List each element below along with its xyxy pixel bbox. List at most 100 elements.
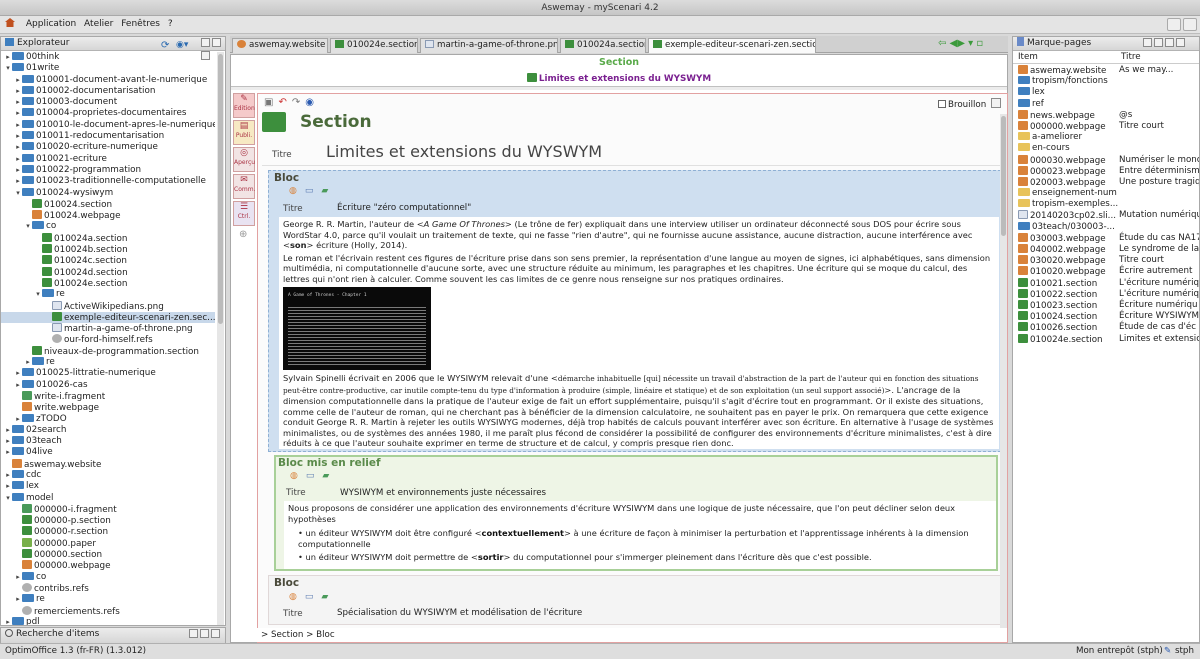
expand-arrow-icon[interactable]: ▾ [4,63,12,74]
bookmark-row[interactable]: 010024e.section Limites et extensic [1013,333,1199,345]
bookmark-row[interactable]: 010020.webpage Écrire autrement [1013,266,1199,277]
expand-arrow-icon[interactable]: ▸ [14,142,22,153]
tree-item[interactable]: 010024e.section [1,277,215,289]
undo-icon[interactable]: ↶ [278,97,291,108]
header-divider[interactable] [231,86,1007,90]
tree-item[interactable]: 000000.paper [1,537,215,549]
game-of-thrones-image[interactable]: A Game of Thrones - Chapter 1 [283,287,431,370]
expand-arrow-icon[interactable]: ▸ [4,481,12,492]
tree-item[interactable]: ▸ 010021-ecriture [1,153,215,165]
tree-item[interactable]: ▸ re [1,594,215,605]
tree-item[interactable]: ▸ lex [1,481,215,492]
maximize-icon[interactable] [991,98,1002,108]
breadcrumb-bloc[interactable]: Bloc [316,630,334,640]
bookmark-row[interactable]: 000023.webpage Entre déterminism [1013,165,1199,177]
paragraph-roman[interactable]: Le roman et l'écrivain restent ces figur… [283,253,995,285]
search-header[interactable]: Recherche d'items [1,628,225,643]
bookmark-row[interactable]: a-ameliorer [1013,132,1199,143]
tab-martin-png[interactable]: martin-a-game-of-throne.png [420,38,558,53]
bloc2-item-1[interactable]: • un éditeur WYSIWYM doit être configuré… [288,528,992,549]
tree-item[interactable]: ▸ 010004-proprietes-documentaires [1,108,215,119]
tree-item[interactable]: ▸ co [1,571,215,583]
expand-arrow-icon[interactable]: ▸ [14,131,22,142]
expand-arrow-icon[interactable]: ▾ [14,188,22,199]
bookmark-window-buttons[interactable] [1141,38,1185,51]
tree-item[interactable]: our-ford-himself.refs [1,334,215,345]
tree-item[interactable]: ▸ 010023-traditionnelle-computationelle [1,176,215,187]
tree-item[interactable]: ▸ re [1,357,215,368]
expand-arrow-icon[interactable]: ▸ [4,52,12,63]
screen-icon[interactable]: ▭ [305,592,322,602]
tree-item[interactable]: 010024a.section [1,232,215,244]
paper-icon[interactable]: ▰ [321,186,336,196]
bookmark-row[interactable]: news.webpage @s [1013,109,1199,121]
sidetab-comm[interactable]: ✉ Comm. [233,174,255,199]
bloc-content[interactable]: George R. R. Martin, l'auteur de <A Game… [279,217,999,449]
bookmark-row[interactable]: 20140203cp02.sli... Mutation numériqu [1013,210,1199,221]
tree-item[interactable]: ▸ 010022-programmation [1,164,215,176]
tab-aswemay-website[interactable]: aswemay.website [232,38,328,53]
brouillon-checkbox[interactable] [938,100,946,108]
tree-item[interactable]: 010024c.section [1,255,215,266]
tree-item[interactable]: write-i.fragment [1,390,215,402]
tree-item[interactable]: ▸ 010002-documentarisation [1,85,215,97]
tree-item[interactable]: ▾ re [1,289,215,300]
tree-item[interactable]: ▸ 010026-cas [1,379,215,391]
tree-item[interactable]: ▸ zTODO [1,413,215,425]
tree-item[interactable]: ▾ co [1,221,215,232]
bookmark-row[interactable]: 010023.section Écriture numériqu [1013,299,1199,311]
expand-arrow-icon[interactable]: ▸ [14,75,22,86]
expand-arrow-icon[interactable]: ▾ [34,289,42,300]
menu-help[interactable]: ? [168,16,173,33]
expand-arrow-icon[interactable]: ▸ [14,86,22,97]
expand-arrow-icon[interactable]: ▸ [24,357,32,368]
breadcrumb-section[interactable]: Section [271,630,303,640]
tree-item[interactable]: ▸ 010001-document-avant-le-numerique [1,74,215,86]
tree-item[interactable]: ▸ 00think [1,52,215,63]
tab-exemple-editeur[interactable]: exemple-editeur-scenari-zen.section [648,38,816,53]
col-titre[interactable]: Titre [1121,52,1141,62]
tree-item[interactable]: 000000.section [1,549,215,560]
paper-icon[interactable]: ▰ [322,471,337,481]
tree-item[interactable]: write.webpage [1,402,215,413]
expand-arrow-icon[interactable]: ▸ [14,414,22,425]
expand-arrow-icon[interactable]: ▸ [14,368,22,379]
bookmarks-list[interactable]: aswemay.website As we may... tropism/fonct… [1013,65,1199,345]
bloc-titre-field[interactable]: Écriture "zéro computationnel" [337,203,471,213]
section-title-field[interactable]: Limites et extensions du WYSWYM [326,142,602,161]
sidetab-apercu[interactable]: ◎ Aperçu [233,147,255,172]
bookmark-row[interactable]: enseignement-num [1013,188,1199,199]
expand-arrow-icon[interactable]: ▾ [24,221,32,232]
menu-application[interactable]: Application [26,16,76,33]
tree-item[interactable]: aswemay.website [1,458,215,470]
tree-item[interactable]: 010024.section [1,198,215,210]
bookmark-row[interactable]: 030020.webpage Titre court [1013,255,1199,266]
tree-item[interactable]: exemple-editeur-scenari-zen.sec... [1,311,215,324]
bookmark-row[interactable]: 010022.section L'écriture numériq [1013,288,1199,300]
tree-item[interactable]: ▸ 010003-document [1,97,215,108]
search-window-buttons[interactable] [187,629,220,642]
options-icon[interactable]: ◉▾ [176,39,188,52]
bookmark-row[interactable]: 000000.webpage Titre court [1013,120,1199,132]
tree-item[interactable]: 010024.webpage [1,210,215,221]
expand-arrow-icon[interactable]: ▸ [4,447,12,458]
explorer-scrollbar[interactable] [217,52,224,625]
tree-item[interactable]: ▸ 04live [1,447,215,458]
web-icon[interactable]: ◍ [290,471,306,481]
editor-scrollbar[interactable] [1000,114,1007,642]
expand-arrow-icon[interactable]: ▸ [14,176,22,187]
bloc-zero-computationnel[interactable]: Bloc ◍▭▰ Titre Écriture "zéro computatio… [268,170,1001,452]
tree-item[interactable]: niveaux-de-programmation.section [1,345,215,357]
web-icon[interactable]: ◍ [289,186,305,196]
expand-arrow-icon[interactable]: ▸ [14,380,22,391]
refresh-icon[interactable]: ⟳ [161,39,169,52]
tab-010024a[interactable]: 010024a.section [560,38,646,53]
menu-atelier[interactable]: Atelier [84,16,113,33]
bookmark-row[interactable]: 040002.webpage Le syndrome de la [1013,244,1199,255]
tree-item[interactable]: 000000-p.section [1,515,215,526]
bloc2-titre-field[interactable]: WYSIWYM et environnements juste nécessai… [340,488,546,498]
screen-icon[interactable]: ▭ [306,471,323,481]
tree-item[interactable]: martin-a-game-of-throne.png [1,323,215,334]
expand-arrow-icon[interactable]: ▸ [14,108,22,119]
expand-arrow-icon[interactable]: ▸ [14,120,22,131]
